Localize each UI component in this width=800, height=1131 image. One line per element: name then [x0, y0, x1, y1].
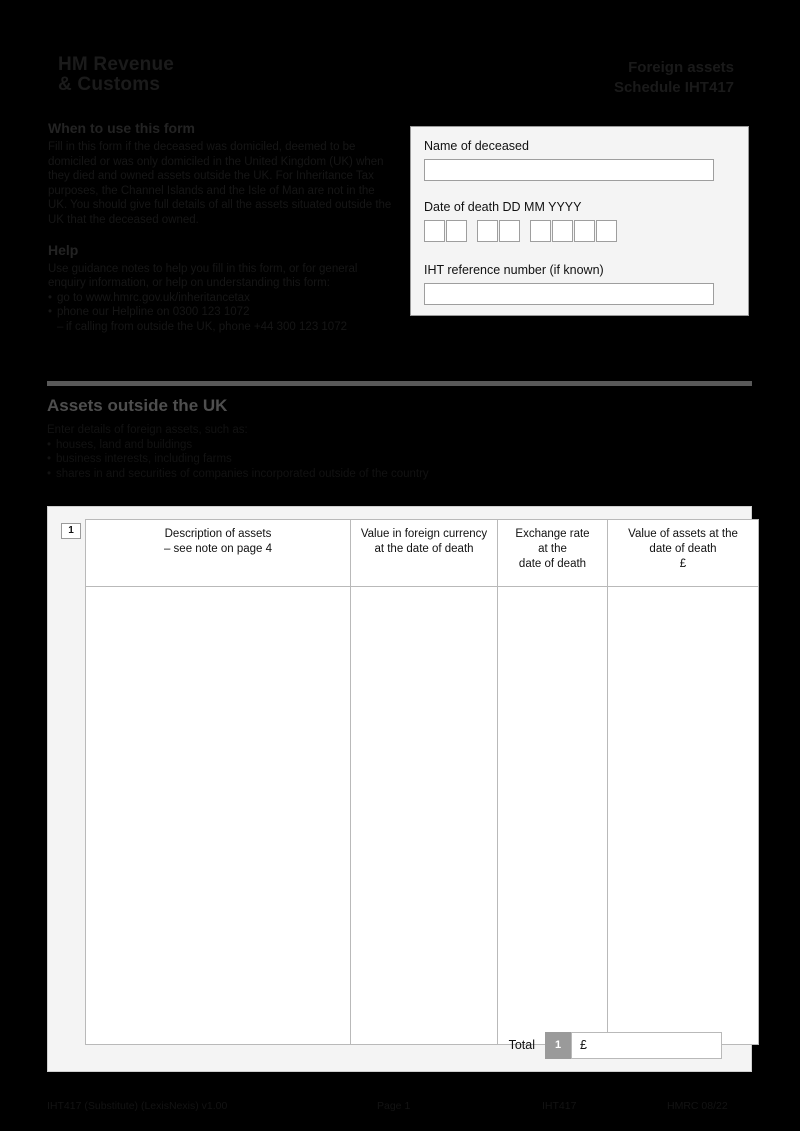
total-value-field[interactable]: £: [571, 1032, 722, 1059]
table-header-row: Description of assets – see note on page…: [85, 519, 759, 587]
dod-day-2[interactable]: [446, 220, 467, 242]
total-spacer: [85, 1032, 480, 1059]
assets-table-body: [85, 586, 759, 1045]
col-header-description-l1: Description of assets: [164, 528, 272, 540]
hmrc-logo-line1: HM Revenue: [58, 54, 175, 75]
col-header-sterling-value-l3: £: [679, 558, 687, 570]
date-of-death-boxes: [424, 220, 617, 242]
help-body: Use guidance notes to help you fill in t…: [48, 262, 358, 290]
col-header-exchange-rate-l1: Exchange rate: [515, 528, 590, 540]
cell-description[interactable]: [85, 586, 351, 1045]
form-title: Foreign assets Schedule IHT417: [614, 58, 734, 98]
form-title-line2: Schedule IHT417: [613, 79, 734, 96]
col-header-exchange-rate-l3: date of death: [518, 558, 587, 570]
hmrc-logo-line2: & Customs: [58, 74, 161, 95]
assets-note-intro: Enter details of foreign assets, such as…: [47, 424, 248, 436]
col-header-exchange-rate-l2: at the: [538, 543, 567, 555]
date-of-death-label: Date of death DD MM YYYY: [424, 200, 582, 214]
dod-year-2[interactable]: [552, 220, 573, 242]
hmrc-logo: HM Revenue & Customs: [58, 55, 174, 95]
when-to-use-heading: When to use this form: [48, 120, 195, 136]
table-box-number: 1: [61, 523, 81, 539]
deceased-details-panel: Name of deceased Date of death DD MM YYY…: [410, 126, 749, 316]
iht-reference-field: IHT reference number (if known): [424, 263, 714, 305]
col-header-exchange-rate: Exchange rate at the date of death: [497, 519, 608, 587]
cell-exchange-rate[interactable]: [497, 586, 608, 1045]
footer-page-number: Page 1: [377, 1100, 411, 1112]
assets-section-note: Enter details of foreign assets, such as…: [47, 423, 687, 481]
assets-table-head: Description of assets – see note on page…: [85, 519, 759, 587]
date-of-death-field: Date of death DD MM YYYY: [424, 200, 617, 242]
footer-form-code: IHT417: [542, 1100, 577, 1112]
col-header-description: Description of assets – see note on page…: [85, 519, 351, 587]
form-page: HM Revenue & Customs Foreign assets Sche…: [0, 0, 800, 1131]
assets-bullet-business: business interests, including farms: [47, 452, 687, 467]
dod-day-1[interactable]: [424, 220, 445, 242]
cell-foreign-value[interactable]: [350, 586, 498, 1045]
assets-bullet-list: houses, land and buildings business inte…: [47, 438, 687, 482]
dod-year-3[interactable]: [574, 220, 595, 242]
help-list: go to www.hmrc.gov.uk/inheritancetax pho…: [48, 291, 396, 320]
assets-bullet-shares: shares in and securities of companies in…: [47, 467, 687, 482]
assets-table: Description of assets – see note on page…: [85, 519, 759, 1045]
help-heading: Help: [48, 241, 79, 258]
col-header-foreign-value-l2: at the date of death: [374, 543, 474, 555]
intro-column: When to use this form Fill in this form …: [48, 120, 396, 335]
assets-bullet-houses: houses, land and buildings: [47, 438, 687, 453]
col-header-foreign-value: Value in foreign currency at the date of…: [350, 519, 498, 587]
table-row: [85, 586, 759, 1045]
when-to-use-body: Fill in this form if the deceased was do…: [48, 141, 392, 226]
col-header-sterling-value-l2: date of death: [649, 543, 717, 555]
dod-month-1[interactable]: [477, 220, 498, 242]
dod-year-1[interactable]: [530, 220, 551, 242]
total-row: Total 1 £: [85, 1032, 722, 1059]
help-subitem-overseas: if calling from outside the UK, phone +4…: [48, 320, 396, 335]
col-header-sterling-value: Value of assets at the date of death £: [607, 519, 759, 587]
total-box-number: 1: [545, 1032, 571, 1059]
name-of-deceased-label: Name of deceased: [424, 139, 529, 153]
iht-reference-input[interactable]: [424, 283, 714, 305]
footer-hmrc-stamp: HMRC 08/22: [667, 1100, 728, 1112]
col-header-sterling-value-l1: Value of assets at the: [628, 528, 738, 540]
dod-month-2[interactable]: [499, 220, 520, 242]
help-item-website: go to www.hmrc.gov.uk/inheritancetax: [48, 291, 396, 306]
cell-sterling-value[interactable]: [607, 586, 759, 1045]
help-item-helpline: phone our Helpline on 0300 123 1072: [48, 305, 396, 320]
page-footer: IHT417 (Substitute) (LexisNexis) v1.00 P…: [47, 1098, 752, 1114]
dod-year-4[interactable]: [596, 220, 617, 242]
footer-publisher: IHT417 (Substitute) (LexisNexis) v1.00: [47, 1100, 228, 1112]
name-of-deceased-input[interactable]: [424, 159, 714, 181]
assets-section-heading: Assets outside the UK: [47, 396, 228, 415]
col-header-description-l2: – see note on page 4: [163, 543, 273, 555]
iht-reference-label: IHT reference number (if known): [424, 263, 604, 277]
section-divider: [47, 381, 752, 386]
assets-table-container: 1 Description of assets – see note on pa…: [47, 506, 759, 1072]
page-header: HM Revenue & Customs Foreign assets Sche…: [48, 55, 752, 113]
col-header-foreign-value-l1: Value in foreign currency: [360, 528, 488, 540]
name-of-deceased-field: Name of deceased: [424, 139, 714, 181]
form-title-line1: Foreign assets: [628, 59, 734, 76]
total-label: Total: [508, 1038, 535, 1052]
